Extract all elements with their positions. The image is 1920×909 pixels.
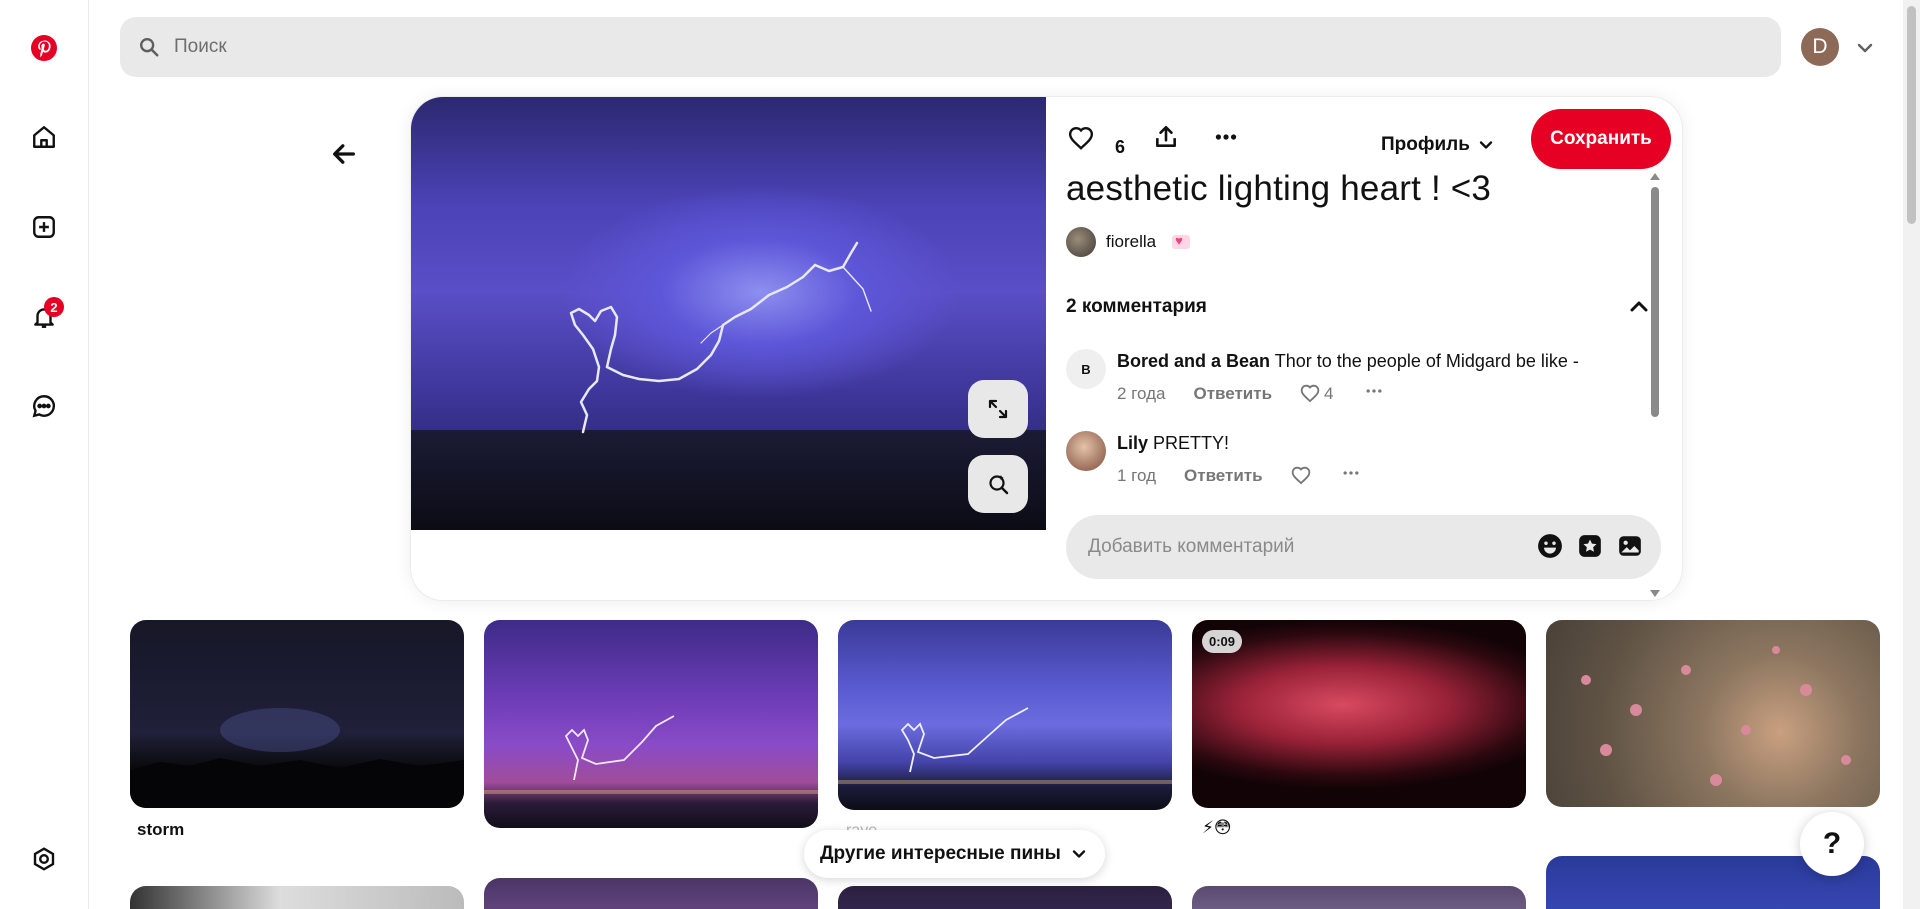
sparkling-heart-emoji [1172,233,1191,249]
share-icon [1156,125,1176,147]
pin-title: aesthetic lighting heart ! <3 [1066,169,1492,208]
related-pin-tile[interactable] [1192,886,1526,909]
sticker-icon[interactable] [1577,533,1603,559]
more-options-button[interactable] [1206,117,1246,157]
chevron-down-icon [1072,850,1085,858]
chevron-down-icon[interactable] [1853,36,1877,60]
comment-meta: 1 год Ответить [1117,463,1361,488]
settings-icon[interactable] [20,835,68,883]
chevron-up-icon[interactable] [1627,295,1651,319]
search-input[interactable] [174,36,1674,58]
board-select-label: Профиль [1381,134,1470,155]
related-pin-tile[interactable] [484,620,818,828]
more-pins-label: Другие интересные пины [820,843,1061,864]
messages-icon[interactable] [20,382,68,430]
image-upload-icon[interactable] [1617,533,1643,559]
back-button[interactable] [322,132,366,176]
related-pin-tile[interactable] [130,886,464,909]
more-horizontal-icon [1343,471,1359,475]
sidebar: 2 [0,0,89,909]
lightning-heart-illustration [569,241,872,434]
pin-details-panel: 6 Профиль Сохранить aesthetic lighting h… [1046,97,1682,600]
save-button[interactable]: Сохранить [1531,109,1671,169]
heart-icon [1300,384,1320,402]
help-button[interactable]: ? [1800,812,1864,876]
comment-text: Bored and a Bean Thor to the people of M… [1117,351,1579,372]
expand-button[interactable] [968,380,1028,438]
page-scroll-thumb[interactable] [1907,6,1916,224]
chevron-down-icon [1479,141,1493,149]
scroll-up-arrow-icon[interactable] [1650,173,1660,180]
comment-author[interactable]: Lily [1117,433,1148,453]
creator-row[interactable]: fiorella [1066,227,1191,257]
comment-meta: 2 года Ответить 4 [1117,381,1384,406]
like-count: 6 [1115,137,1126,157]
comment-message: PRETTY! [1153,433,1230,453]
comment-like-button[interactable] [1291,466,1311,486]
related-pin-tile[interactable]: 0:09 [1192,620,1526,808]
page-scrollbar[interactable] [1903,0,1920,909]
comment-like-count: 4 [1324,383,1334,403]
home-icon[interactable] [20,113,68,161]
add-comment-box[interactable] [1066,515,1661,579]
related-pin-tile[interactable] [484,878,818,909]
scroll-thumb[interactable] [1651,187,1659,417]
comment-message: Thor to the people of Midgard be like - [1274,351,1579,371]
comment-avatar[interactable]: B [1066,349,1106,389]
user-avatar[interactable]: D [1801,28,1839,66]
pin-image[interactable] [411,97,1046,530]
like-button[interactable] [1061,119,1101,159]
notifications-icon[interactable]: 2 [20,293,68,341]
lightning-heart-thumbnail [838,707,1172,784]
emoji-icon[interactable] [1537,533,1563,559]
related-pin-tile[interactable] [130,620,464,808]
visual-search-icon [989,475,1009,495]
storm-thumbnail [130,708,464,808]
reply-button[interactable]: Ответить [1193,384,1272,404]
comment-time: 1 год [1117,465,1157,485]
creator-avatar[interactable] [1066,227,1096,257]
reply-button[interactable]: Ответить [1184,466,1263,486]
comment-author[interactable]: Bored and a Bean [1117,351,1270,371]
video-duration: 0:09 [1202,630,1243,653]
comment-tools [1537,533,1643,559]
expand-icon [988,399,1008,419]
comment-more-button[interactable] [1364,381,1384,406]
more-horizontal-icon [1366,389,1381,393]
comment-time: 2 года [1117,383,1166,403]
lightning-heart-thumbnail [484,715,818,794]
related-pin-tile[interactable] [838,886,1172,909]
board-select-dropdown[interactable]: Профиль [1381,134,1496,156]
more-pins-button[interactable]: Другие интересные пины [804,830,1105,878]
creator-name[interactable]: fiorella [1106,232,1156,252]
create-icon[interactable] [20,203,68,251]
pinterest-logo-icon[interactable] [20,24,68,72]
add-comment-input[interactable] [1088,536,1518,558]
share-button[interactable] [1146,117,1186,157]
comments-header[interactable]: 2 комментария [1066,295,1651,319]
comment-text: Lily PRETTY! [1117,433,1229,454]
comment-more-button[interactable] [1341,463,1361,488]
comment-avatar[interactable] [1066,431,1106,471]
notification-badge: 2 [44,297,64,317]
heart-icon [1291,466,1310,484]
tile-title[interactable]: ⚡😳 [1202,818,1232,838]
scroll-down-arrow-icon[interactable] [1650,590,1660,597]
pin-closeup-card: 6 Профиль Сохранить aesthetic lighting h… [411,97,1682,600]
related-pin-tile[interactable] [1546,620,1880,807]
comments-title: 2 комментария [1066,296,1207,317]
search-bar[interactable] [120,17,1781,77]
related-pin-tile[interactable] [838,620,1172,810]
tile-title[interactable]: storm [137,820,184,840]
visual-search-button[interactable] [968,455,1028,513]
heart-icon [1068,126,1094,150]
comment-like-button[interactable]: 4 [1300,383,1334,404]
arrow-left-icon [333,144,355,164]
more-horizontal-icon [1215,134,1237,140]
search-icon [140,38,159,57]
flowers-on-water-thumbnail [1581,646,1851,786]
